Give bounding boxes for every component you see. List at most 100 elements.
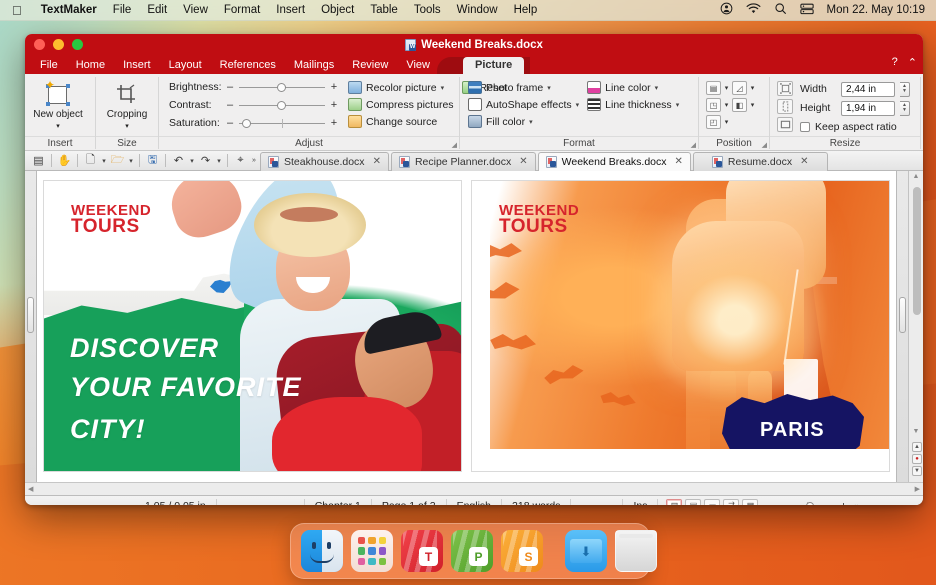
height-input[interactable]: 1,94 in bbox=[841, 100, 895, 116]
ribbon-tab-references[interactable]: References bbox=[211, 57, 285, 74]
menu-item-tools[interactable]: Tools bbox=[406, 4, 449, 16]
brightness-slider[interactable] bbox=[239, 81, 325, 93]
line-color-button[interactable]: Line color ▾ bbox=[587, 81, 679, 94]
menu-item-view[interactable]: View bbox=[175, 4, 216, 16]
insert-mode-indicator[interactable]: Ins bbox=[623, 498, 659, 505]
menu-bar-clock[interactable]: Mon 22. May 10:19 bbox=[827, 4, 925, 16]
doc-tab-weekend-breaks[interactable]: Weekend Breaks.docx ✕ bbox=[537, 151, 691, 171]
ribbon-tab-layout[interactable]: Layout bbox=[160, 57, 211, 74]
menu-item-format[interactable]: Format bbox=[216, 4, 268, 16]
ribbon-tab-insert[interactable]: Insert bbox=[114, 57, 160, 74]
dock-item-presentations[interactable]: P bbox=[451, 530, 493, 572]
horizontal-scrollbar[interactable]: ◀ ▶ bbox=[25, 482, 923, 495]
vertical-scroll-thumb[interactable] bbox=[913, 187, 921, 315]
dock-item-finder[interactable] bbox=[301, 530, 343, 572]
document-page[interactable]: WEEKEND TOURS DISCOVER YOUR FAVORITE CIT… bbox=[37, 171, 896, 482]
cropping-button[interactable]: Cropping ▾ bbox=[100, 80, 154, 132]
document-canvas[interactable]: WEEKEND TOURS DISCOVER YOUR FAVORITE CIT… bbox=[25, 171, 923, 482]
right-margin-handle[interactable] bbox=[899, 297, 906, 333]
chevron-down-icon[interactable]: ▾ bbox=[723, 101, 730, 109]
menu-item-app[interactable]: TextMaker bbox=[33, 4, 105, 16]
zoom-in-button[interactable]: + bbox=[840, 500, 846, 506]
menu-item-window[interactable]: Window bbox=[449, 4, 506, 16]
chevron-down-icon[interactable]: ▾ bbox=[100, 157, 108, 165]
vertical-scrollbar[interactable]: ▲ ▼ ▲ ● ▼ bbox=[908, 171, 923, 482]
photo-frame-button[interactable]: Photo frame ▾ bbox=[468, 81, 579, 94]
undo-icon[interactable]: ↶ bbox=[170, 153, 187, 169]
new-document-icon[interactable]: 🗋 bbox=[82, 153, 99, 169]
chevron-down-icon[interactable]: ▾ bbox=[749, 84, 756, 92]
dock-item-trash[interactable] bbox=[615, 530, 657, 572]
zoom-out-button[interactable]: – bbox=[768, 500, 774, 506]
chevron-down-icon[interactable]: ▾ bbox=[749, 101, 756, 109]
doc-tab-resume[interactable]: Resume.docx ✕ bbox=[692, 151, 828, 171]
height-stepper[interactable]: ▲ ▼ bbox=[900, 100, 910, 116]
chevron-down-icon[interactable]: ▾ bbox=[576, 101, 580, 109]
new-object-button[interactable]: ✦ New object ▾ bbox=[29, 79, 87, 132]
text-wrapping-icon[interactable]: ▤ bbox=[706, 81, 721, 95]
scroll-right-arrow-icon[interactable]: ▶ bbox=[915, 485, 920, 493]
line-thickness-button[interactable]: Line thickness ▾ bbox=[587, 98, 679, 111]
brightness-increase-button[interactable]: + bbox=[330, 81, 338, 93]
zoom-slider[interactable] bbox=[778, 501, 836, 505]
width-stepper[interactable]: ▲ ▼ bbox=[900, 81, 910, 97]
toolbar-overflow-button[interactable]: » bbox=[250, 157, 258, 164]
open-folder-icon[interactable]: 🗁 bbox=[109, 153, 126, 169]
keep-aspect-ratio-row[interactable]: Keep aspect ratio bbox=[800, 119, 910, 135]
status-overflow-button[interactable]: » bbox=[850, 501, 859, 506]
window-title-bar[interactable]: Weekend Breaks.docx bbox=[25, 34, 923, 55]
bring-forward-icon[interactable]: ◳ bbox=[706, 98, 721, 112]
page-layout-view-icon[interactable]: ▥ bbox=[666, 498, 683, 505]
menu-item-help[interactable]: Help bbox=[506, 4, 546, 16]
autoshape-effects-button[interactable]: AutoShape effects ▾ bbox=[468, 98, 579, 111]
brightness-decrease-button[interactable]: – bbox=[226, 81, 234, 93]
format-dialog-launcher[interactable]: ◢ bbox=[691, 141, 696, 149]
hand-tool-icon[interactable]: ✋ bbox=[56, 153, 73, 169]
adjust-dialog-launcher[interactable]: ◢ bbox=[452, 141, 457, 149]
help-button[interactable]: ? bbox=[892, 56, 898, 69]
menu-item-insert[interactable]: Insert bbox=[268, 4, 313, 16]
apple-icon[interactable]:  bbox=[0, 4, 33, 17]
fill-color-button[interactable]: Fill color ▾ bbox=[468, 115, 579, 128]
chevron-down-icon[interactable]: ▾ bbox=[56, 121, 60, 132]
select-cursor-icon[interactable]: ⌖ bbox=[232, 153, 249, 169]
ribbon-tab-file[interactable]: File bbox=[31, 57, 67, 74]
previous-page-button[interactable]: ▲ bbox=[912, 442, 922, 452]
rotate-icon[interactable]: ◿ bbox=[732, 81, 747, 95]
poster-image-paris[interactable]: PARIS WEEKEND TOURS bbox=[471, 180, 890, 472]
flip-icon[interactable]: ◧ bbox=[732, 98, 747, 112]
dock-item-downloads[interactable]: ⬇ bbox=[565, 530, 607, 572]
left-margin-handle[interactable] bbox=[27, 297, 34, 333]
collapse-ribbon-button[interactable]: ⌃ bbox=[908, 56, 917, 69]
search-icon[interactable] bbox=[774, 2, 787, 18]
close-tab-icon[interactable]: ✕ bbox=[519, 156, 527, 167]
save-icon[interactable]: 🖫 bbox=[144, 153, 161, 169]
wifi-icon[interactable] bbox=[746, 2, 761, 18]
position-dialog-launcher[interactable]: ◢ bbox=[762, 141, 767, 149]
change-source-button[interactable]: Change source bbox=[348, 115, 454, 128]
ribbon-tab-mailings[interactable]: Mailings bbox=[285, 57, 343, 74]
zoom-control[interactable]: – + » bbox=[758, 500, 859, 506]
full-screen-icon[interactable]: ▭ bbox=[704, 498, 721, 505]
fit-frame-icon[interactable] bbox=[777, 117, 793, 132]
ribbon-tab-review[interactable]: Review bbox=[343, 57, 397, 74]
chevron-down-icon[interactable]: ▾ bbox=[723, 84, 730, 92]
chevron-down-icon[interactable]: ▾ bbox=[441, 84, 445, 92]
next-page-button[interactable]: ▼ bbox=[912, 466, 922, 476]
dock-item-launchpad[interactable] bbox=[351, 530, 393, 572]
menu-item-table[interactable]: Table bbox=[362, 4, 406, 16]
dock-item-textmaker[interactable]: T bbox=[401, 530, 443, 572]
control-center-icon[interactable] bbox=[720, 2, 733, 18]
ribbon-tab-picture[interactable]: Picture bbox=[462, 57, 525, 74]
scroll-down-arrow-icon[interactable]: ▼ bbox=[913, 426, 920, 438]
book-view-icon[interactable]: ▦ bbox=[742, 498, 759, 505]
width-input[interactable]: 2,44 in bbox=[841, 81, 895, 97]
sidebar-icon[interactable]: ▤ bbox=[30, 153, 47, 169]
chevron-down-icon[interactable]: ▾ bbox=[188, 157, 196, 165]
redo-icon[interactable]: ↷ bbox=[197, 153, 214, 169]
language-indicator[interactable]: English bbox=[447, 498, 503, 505]
menu-item-file[interactable]: File bbox=[105, 4, 140, 16]
outline-view-icon[interactable]: ⇶ bbox=[723, 498, 740, 505]
keep-aspect-ratio-checkbox[interactable] bbox=[800, 122, 810, 132]
fit-object-icon[interactable] bbox=[777, 81, 793, 96]
